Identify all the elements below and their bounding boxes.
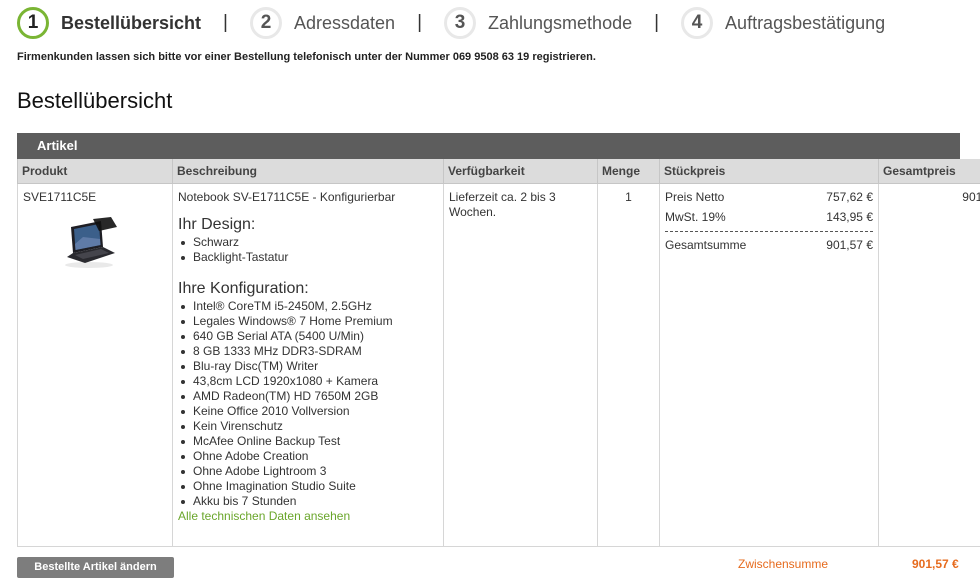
step-separator: | xyxy=(223,12,228,33)
list-item: AMD Radeon(TM) HD 7650M 2GB xyxy=(178,389,438,404)
step-1-number: 1 xyxy=(17,7,49,39)
step-2-label: Adressdaten xyxy=(293,12,396,33)
step-3-label: Zahlungsmethode xyxy=(488,12,633,33)
design-list: Schwarz Backlight-Tastatur xyxy=(178,235,438,265)
step-separator: | xyxy=(654,12,660,33)
subtotal-label: Zwischensumme xyxy=(738,557,829,571)
cell-description: Notebook SV-E1711C5E - Konfigurierbar Ih… xyxy=(172,183,444,547)
list-item: 43,8cm LCD 1920x1080 + Kamera xyxy=(178,374,438,389)
list-item: Ohne Adobe Lightroom 3 xyxy=(178,464,438,479)
subtotal-value: 901,57 € xyxy=(912,557,959,571)
design-heading: Ihr Design: xyxy=(178,216,256,233)
config-list: Intel® CoreTM i5-2450M, 2.5GHz Legales W… xyxy=(178,299,438,509)
cell-product: SVE1711C5E xyxy=(17,183,173,547)
article-table: Produkt Beschreibung Verfügbarkeit Menge… xyxy=(17,159,980,547)
col-availability: Verfügbarkeit xyxy=(443,159,598,184)
description-title: Notebook SV-E1711C5E - Konfigurierbar xyxy=(178,190,396,204)
list-item: Keine Office 2010 Vollversion xyxy=(178,404,438,419)
sum-value: 901,57 € xyxy=(826,238,873,252)
price-net-value: 757,62 € xyxy=(826,190,873,204)
list-item: Legales Windows® 7 Home Premium xyxy=(178,314,438,329)
col-description: Beschreibung xyxy=(172,159,444,184)
sum-label: Gesamtsumme xyxy=(665,238,747,252)
table-header-row: Produkt Beschreibung Verfügbarkeit Menge… xyxy=(17,159,980,184)
list-item: Blu-ray Disc(TM) Writer xyxy=(178,359,438,374)
cell-unit-price: Preis Netto 757,62 € MwSt. 19% 143,95 € … xyxy=(659,183,879,547)
col-product: Produkt xyxy=(17,159,173,184)
list-item: Kein Virenschutz xyxy=(178,419,438,434)
list-item: Intel® CoreTM i5-2450M, 2.5GHz xyxy=(178,299,438,314)
laptop-image[interactable] xyxy=(63,217,119,269)
page-title: Bestellübersicht xyxy=(17,88,173,113)
step-3-number: 3 xyxy=(444,7,476,39)
price-net-row: Preis Netto 757,62 € xyxy=(665,190,873,205)
tech-details-link[interactable]: Alle technischen Daten ansehen xyxy=(178,509,438,524)
vat-value: 143,95 € xyxy=(826,210,873,224)
step-2-number: 2 xyxy=(249,7,282,39)
list-item: McAfee Online Backup Test xyxy=(178,434,438,449)
list-item: 640 GB Serial ATA (5400 U/Min) xyxy=(178,329,438,344)
step-4-label: Auftragsbestätigung xyxy=(725,12,886,33)
list-item: Backlight-Tastatur xyxy=(178,250,438,265)
step-separator: | xyxy=(417,12,422,33)
panel-title: Artikel xyxy=(17,133,960,159)
article-panel: Artikel Produkt Beschreibung Verfügbarke… xyxy=(17,133,980,547)
business-customer-notice: Firmenkunden lassen sich bitte vor einer… xyxy=(17,51,596,63)
price-divider xyxy=(665,231,873,232)
cell-total-price: 901,57 € xyxy=(878,183,980,547)
list-item: Ohne Imagination Studio Suite xyxy=(178,479,438,494)
checkout-steps: 1 Bestellübersicht | 2 Adressdaten | 3 Z… xyxy=(17,6,885,40)
price-net-label: Preis Netto xyxy=(665,190,725,204)
step-4-number: 4 xyxy=(681,7,714,39)
step-3: 3 Zahlungsmethode xyxy=(444,7,632,39)
col-quantity: Menge xyxy=(597,159,660,184)
list-item: Akku bis 7 Stunden xyxy=(178,494,438,509)
cell-availability: Lieferzeit ca. 2 bis 3 Wochen. xyxy=(443,183,598,547)
col-unit-price: Stückpreis xyxy=(659,159,879,184)
config-heading: Ihre Konfiguration: xyxy=(178,280,309,297)
step-1-label: Bestellübersicht xyxy=(61,12,202,33)
col-total-price: Gesamtpreis xyxy=(878,159,980,184)
product-id: SVE1711C5E xyxy=(23,190,97,204)
table-row: SVE1711C5E Notebook SV-E1711C5E - Konfig… xyxy=(17,183,980,547)
step-1: 1 Bestellübersicht xyxy=(17,7,201,39)
change-items-button[interactable]: Bestellte Artikel ändern xyxy=(17,557,174,578)
vat-label: MwSt. 19% xyxy=(665,210,726,224)
step-2: 2 Adressdaten xyxy=(249,7,396,39)
list-item: Schwarz xyxy=(178,235,438,250)
cell-quantity: 1 xyxy=(597,183,660,547)
vat-row: MwSt. 19% 143,95 € xyxy=(665,210,873,225)
step-4: 4 Auftragsbestätigung xyxy=(681,7,885,39)
sum-row: Gesamtsumme 901,57 € xyxy=(665,238,873,253)
list-item: 8 GB 1333 MHz DDR3-SDRAM xyxy=(178,344,438,359)
list-item: Ohne Adobe Creation xyxy=(178,449,438,464)
